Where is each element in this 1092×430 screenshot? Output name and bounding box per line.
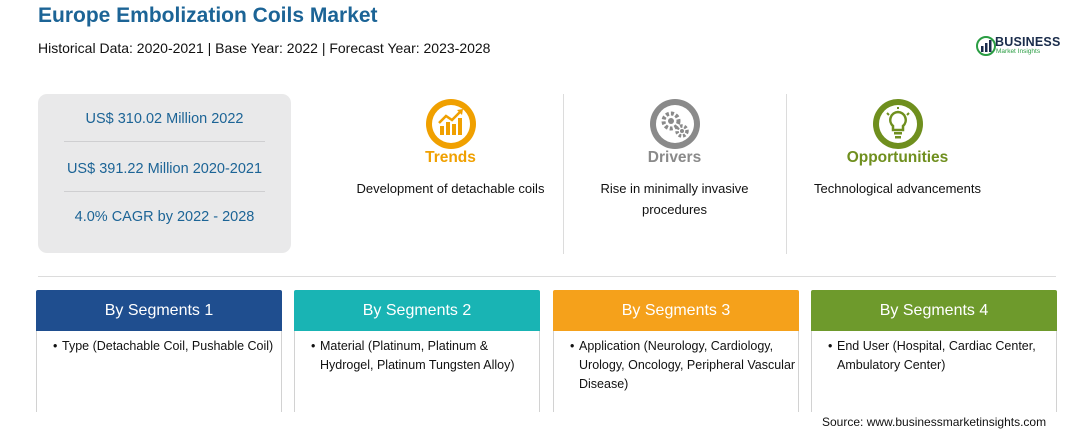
lightbulb-icon (872, 99, 923, 149)
trends-column: Trends Development of detachable coils (338, 94, 563, 254)
segment-1-header: By Segments 1 (36, 290, 282, 331)
stat-market-value-2022: US$ 310.02 Million 2022 (85, 111, 244, 127)
segment-4-item: • End User (Hospital, Cardiac Center, Am… (828, 339, 1036, 372)
trends-title: Trends (425, 149, 476, 166)
chart-growth-icon (425, 99, 476, 149)
logo-tagline: Market Insights (996, 48, 1041, 55)
segment-4-header: By Segments 4 (811, 290, 1057, 331)
bullet-icon: • (311, 339, 316, 353)
business-market-insights-logo: BUSINESS Market Insights (975, 34, 1065, 60)
segment-card-2: By Segments 2 • Material (Platinum, Plat… (294, 290, 540, 412)
segment-card-3: By Segments 3 • Application (Neurology, … (553, 290, 799, 412)
page-subtitle: Historical Data: 2020-2021 | Base Year: … (38, 40, 491, 56)
segment-2-header: By Segments 2 (294, 290, 540, 331)
bullet-icon: • (53, 339, 58, 353)
page-title: Europe Embolization Coils Market (38, 4, 378, 27)
segment-card-4: By Segments 4 • End User (Hospital, Card… (811, 290, 1057, 412)
opportunities-title: Opportunities (846, 149, 949, 166)
segment-2-item: • Material (Platinum, Platinum & Hydroge… (311, 339, 515, 372)
trends-description: Development of detachable coils (356, 181, 545, 196)
market-stats-panel: US$ 310.02 Million 2022 US$ 391.22 Milli… (38, 94, 291, 253)
segment-3-header: By Segments 3 (553, 290, 799, 331)
opportunities-description: Technological advancements (814, 181, 981, 196)
logo-name: BUSINESS (995, 35, 1061, 49)
segment-3-item: • Application (Neurology, Cardiology, Ur… (570, 339, 796, 391)
segment-card-1: By Segments 1 • Type (Detachable Coil, P… (36, 290, 282, 412)
stat-divider (64, 141, 265, 142)
stat-market-value-historical: US$ 391.22 Million 2020-2021 (66, 161, 263, 177)
bullet-icon: • (828, 339, 833, 353)
stat-divider (64, 191, 265, 192)
stat-cagr: 4.0% CAGR by 2022 - 2028 (74, 209, 255, 225)
opportunities-column: Opportunities Technological advancements (785, 94, 1010, 254)
drivers-description: Rise in minimally invasive procedures (600, 181, 749, 217)
source-footnote: Source: www.businessmarketinsights.com (822, 415, 1047, 429)
drivers-title: Drivers (647, 149, 702, 166)
section-divider (38, 276, 1056, 277)
bullet-icon: • (570, 339, 575, 353)
logo-globe-icon (976, 36, 996, 56)
gears-icon (649, 99, 700, 149)
drivers-column: Drivers Rise in minimally invasive proce… (562, 94, 787, 254)
segment-1-item: • Type (Detachable Coil, Pushable Coil) (53, 337, 277, 356)
